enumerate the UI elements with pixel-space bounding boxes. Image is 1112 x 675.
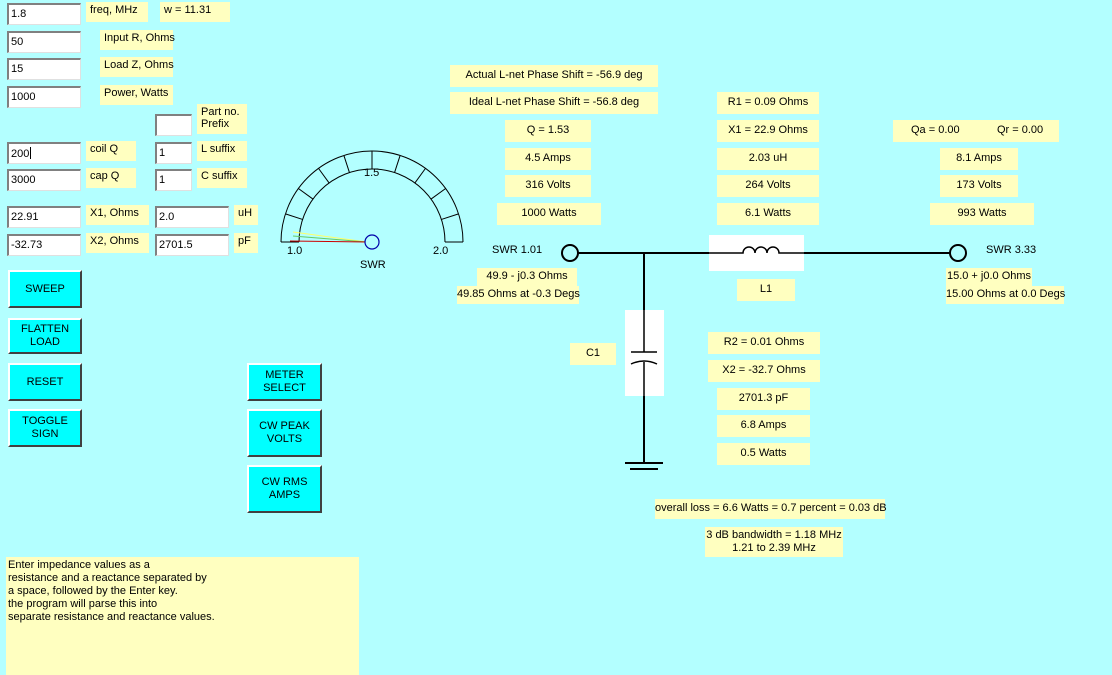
- part-prefix-label: Part no. Prefix: [197, 104, 247, 134]
- toggle-sign-button[interactable]: TOGGLE SIGN: [8, 409, 82, 447]
- w-label: w = 11.31: [160, 2, 230, 22]
- power-label: Power, Watts: [100, 85, 173, 105]
- capacitance-value: 2701.3 pF: [717, 388, 810, 410]
- cap-q-label: cap Q: [86, 168, 136, 188]
- meter-tick: [343, 155, 350, 173]
- pf-label: pF: [234, 233, 258, 253]
- overall-loss: overall loss = 6.6 Watts = 0.7 percent =…: [655, 499, 887, 519]
- output-swr: SWR 3.33: [986, 244, 1037, 256]
- coil-q-label: coil Q: [86, 141, 136, 161]
- sweep-button[interactable]: SWEEP: [8, 270, 82, 308]
- x1-value: X1 = 22.9 Ohms: [717, 120, 819, 142]
- output-watts: 993 Watts: [930, 203, 1034, 225]
- inductance-value: 2.03 uH: [717, 148, 819, 170]
- bandwidth: 3 dB bandwidth = 1.18 MHz: [706, 529, 842, 541]
- meter-needle: [289, 231, 368, 243]
- swr-meter: 1.0 1.5 2.0 SWR: [280, 150, 464, 270]
- cw-rms-amps-button[interactable]: CW RMS AMPS: [247, 465, 322, 513]
- freq-label: freq, MHz: [86, 2, 148, 22]
- load-z-input[interactable]: 15: [7, 58, 81, 80]
- input-swr: SWR 1.01: [492, 244, 543, 256]
- output-volts: 173 Volts: [940, 175, 1018, 197]
- capacitor-name: C1: [570, 343, 616, 365]
- cap-q-input[interactable]: 3000: [7, 169, 81, 191]
- pf-input[interactable]: 2701.5: [155, 234, 229, 256]
- coil-q-value: 200: [11, 148, 30, 160]
- capacitor-c1: [625, 310, 664, 396]
- l-suffix-label: L suffix: [197, 141, 247, 161]
- meter-tick: [441, 213, 459, 220]
- load-z-label: Load Z, Ohms: [100, 57, 174, 77]
- input-watts: 1000 Watts: [497, 203, 601, 225]
- output-polar-impedance: 15.00 Ohms at 0.0 Degs: [946, 286, 1065, 304]
- capacitor-watts: 0.5 Watts: [717, 443, 810, 465]
- meter-mid-label: 1.5: [364, 167, 379, 179]
- x1-ohms-input[interactable]: 22.91: [7, 206, 81, 228]
- meter-tick: [414, 168, 426, 184]
- l-suffix-input[interactable]: 1: [155, 142, 192, 164]
- input-volts: 316 Volts: [505, 175, 591, 197]
- qa-qr-values: Qa = 0.00 Qr = 0.00: [893, 120, 1059, 142]
- bandwidth-box: 3 dB bandwidth = 1.18 MHz 1.21 to 2.39 M…: [705, 527, 843, 557]
- meter-tick: [285, 213, 303, 220]
- x2-ohms-input[interactable]: -32.73: [7, 234, 81, 256]
- freq-input[interactable]: 1.8: [7, 3, 81, 25]
- c-suffix-input[interactable]: 1: [155, 169, 192, 191]
- part-prefix-input[interactable]: [155, 114, 192, 136]
- text-cursor: [30, 147, 32, 159]
- uh-label: uH: [234, 205, 258, 225]
- qr-value: Qr = 0.00: [997, 124, 1044, 136]
- cw-peak-volts-button[interactable]: CW PEAK VOLTS: [247, 409, 322, 457]
- help-text-box: Enter impedance values as a resistance a…: [6, 557, 359, 675]
- qa-value: Qa = 0.00: [911, 124, 960, 136]
- actual-phase-shift: Actual L-net Phase Shift = -56.9 deg: [450, 65, 658, 87]
- capacitor-amps: 6.8 Amps: [717, 415, 810, 437]
- inductor-name: L1: [737, 279, 795, 301]
- meter-min-label: 1.0: [287, 245, 302, 257]
- input-amps: 4.5 Amps: [505, 148, 591, 170]
- meter-tick: [298, 188, 314, 200]
- inductor-volts: 264 Volts: [717, 175, 819, 197]
- input-r-input[interactable]: 50: [7, 31, 81, 53]
- meter-tick: [430, 188, 446, 200]
- meter-select-button[interactable]: METER SELECT: [247, 363, 322, 401]
- r2-value: R2 = 0.01 Ohms: [708, 332, 820, 354]
- coil-q-input[interactable]: 200: [7, 142, 81, 164]
- meter-title: SWR: [360, 259, 386, 270]
- power-input[interactable]: 1000: [7, 86, 81, 108]
- meter-ticks: [285, 151, 459, 220]
- bandwidth-range: 1.21 to 2.39 MHz: [732, 542, 816, 554]
- x2-ohms-label: X2, Ohms: [86, 233, 149, 253]
- input-polar-impedance: 49.85 Ohms at -0.3 Degs: [457, 286, 580, 304]
- x1-ohms-label: X1, Ohms: [86, 205, 149, 225]
- q-value: Q = 1.53: [505, 120, 591, 142]
- output-impedance: 15.0 + j0.0 Ohms: [946, 268, 1032, 286]
- output-terminal: [949, 244, 967, 262]
- meter-max-label: 2.0: [433, 245, 448, 257]
- inductor-l1: [709, 235, 804, 271]
- flatten-load-button[interactable]: FLATTEN LOAD: [8, 318, 82, 354]
- meter-pivot: [364, 234, 380, 250]
- meter-tick: [394, 155, 401, 173]
- uh-input[interactable]: 2.0: [155, 206, 229, 228]
- reset-button[interactable]: RESET: [8, 363, 82, 401]
- input-r-label: Input R, Ohms: [100, 30, 175, 50]
- ideal-phase-shift: Ideal L-net Phase Shift = -56.8 deg: [450, 92, 658, 114]
- x2-value: X2 = -32.7 Ohms: [708, 360, 820, 382]
- r1-value: R1 = 0.09 Ohms: [717, 92, 819, 114]
- output-amps: 8.1 Amps: [940, 148, 1018, 170]
- input-terminal: [561, 244, 579, 262]
- inductor-watts: 6.1 Watts: [717, 203, 819, 225]
- input-impedance: 49.9 - j0.3 Ohms: [477, 268, 577, 286]
- meter-tick: [318, 168, 330, 184]
- c-suffix-label: C suffix: [197, 168, 247, 188]
